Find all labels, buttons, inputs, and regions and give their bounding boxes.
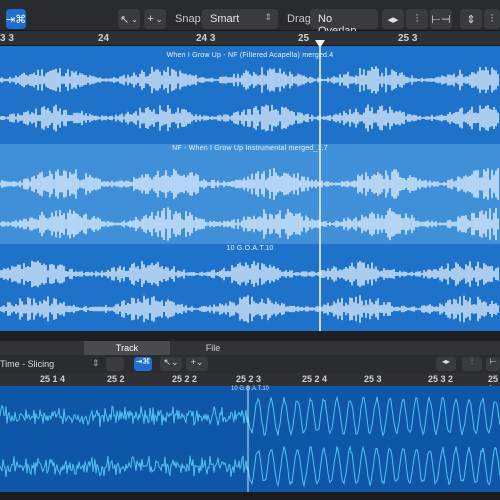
ruler-tick: 24 3 bbox=[196, 33, 216, 44]
waveform-icon: ⫶ bbox=[415, 12, 419, 25]
pencil-tool-button[interactable]: + ⌄ bbox=[144, 9, 166, 29]
ruler-tick: 25 2 2 bbox=[172, 374, 198, 384]
waveform-lane bbox=[0, 395, 500, 437]
playhead[interactable] bbox=[319, 40, 321, 332]
scrollbar[interactable] bbox=[0, 492, 500, 500]
zoom-fit-button[interactable]: ◂▸ bbox=[436, 357, 456, 371]
arrows-horizontal-icon: ◂▸ bbox=[387, 13, 399, 26]
region-background bbox=[0, 244, 500, 331]
pointer-tool-icon: ↖ bbox=[120, 13, 130, 26]
pointer-tool-button[interactable]: ↖⌄ bbox=[160, 357, 182, 371]
split-button[interactable]: ⊢⊣ bbox=[430, 9, 452, 29]
ruler-tick: 25 2 3 bbox=[236, 374, 262, 384]
vertical-arrows-icon: ⇕ bbox=[466, 13, 476, 26]
main-toolbar: ⇥⌘ ↖ ⌄ + ⌄ Snap: Smart ⇕ Drag: No Overla… bbox=[0, 0, 500, 37]
waveform-zoom-button[interactable]: ⫶ bbox=[406, 9, 428, 29]
chevron-updown-icon: ⇕ bbox=[92, 358, 100, 368]
editor-tabs: Track File bbox=[0, 341, 500, 355]
chevron-updown-icon: ⇕ bbox=[264, 12, 272, 22]
ruler-tick: 3 3 bbox=[0, 33, 14, 44]
waveform bbox=[0, 144, 500, 244]
waveform bbox=[0, 386, 500, 492]
crosshair-tool-button[interactable]: +⌄ bbox=[186, 357, 208, 371]
more-button[interactable]: ⫶ bbox=[484, 9, 500, 29]
editor-toolbar: Time - Slicing ⇕ ⇥⌘ ↖⌄ +⌄ ◂▸ ⫶ ⊢ bbox=[0, 355, 500, 373]
pointer-tool-button[interactable]: ↖ ⌄ bbox=[118, 9, 140, 29]
ruler-tick: 25 2 4 bbox=[302, 374, 328, 384]
snap-value: Smart bbox=[210, 13, 240, 25]
divider bbox=[0, 331, 500, 341]
snap-label: Snap: bbox=[175, 13, 204, 25]
tab-spacer bbox=[0, 341, 84, 355]
split-icon: ⊢⊣ bbox=[431, 13, 451, 26]
ruler-tick: 25 2 bbox=[107, 374, 125, 384]
editor-waveform-area[interactable]: 10 G.O.A.T.10 bbox=[0, 386, 500, 492]
flex-button[interactable]: ⇥⌘ bbox=[134, 357, 152, 371]
playhead-handle[interactable] bbox=[315, 40, 325, 48]
waveform-icon: ⫶ bbox=[490, 12, 494, 25]
ruler-tick: 25 bbox=[298, 33, 310, 44]
waveform-lane bbox=[0, 444, 500, 488]
waveform bbox=[0, 244, 500, 331]
ruler-tick: 24 bbox=[98, 33, 110, 44]
tab-file[interactable]: File bbox=[170, 341, 256, 355]
chevron-down-icon: ⌄ bbox=[131, 14, 138, 24]
ruler-tick: 25 3 bbox=[398, 33, 418, 44]
split-button[interactable]: ⊢ bbox=[486, 357, 500, 371]
editor-ruler[interactable]: 25 1 4 25 2 25 2 2 25 2 3 25 2 4 25 3 25… bbox=[0, 373, 500, 394]
waveform-zoom-button[interactable] bbox=[106, 357, 124, 371]
tab-track[interactable]: Track bbox=[84, 341, 170, 355]
audio-region-instrumental[interactable]: NF - When I Grow Up Instrumental merged_… bbox=[0, 144, 500, 244]
ruler-tick: 25 3 2 bbox=[428, 374, 454, 384]
audio-region-goat[interactable]: 10 G.O.A.T.10 bbox=[0, 244, 500, 331]
crosshair-tool-icon: + bbox=[147, 13, 154, 25]
vertical-zoom-button[interactable]: ⇕ bbox=[460, 9, 482, 29]
audio-region-acapella[interactable]: When I Grow Up - NF (Filtered Acapella) … bbox=[0, 46, 500, 144]
flex-mode-select[interactable]: Time - Slicing bbox=[0, 359, 54, 369]
logic-pro-window: ⇥⌘ ↖ ⌄ + ⌄ Snap: Smart ⇕ Drag: No Overla… bbox=[0, 0, 500, 500]
chevron-down-icon: ⌄ bbox=[155, 14, 163, 24]
flex-mode-button[interactable]: ⇥⌘ bbox=[6, 9, 26, 29]
drag-select[interactable]: No Overlap bbox=[310, 9, 378, 37]
region-title: When I Grow Up - NF (Filtered Acapella) … bbox=[166, 52, 334, 59]
region-title: 10 G.O.A.T.10 bbox=[230, 386, 270, 392]
timeline-ruler[interactable]: 3 3 24 24 3 25 25 3 bbox=[0, 31, 500, 46]
tab-spacer bbox=[256, 341, 500, 355]
region-title: NF - When I Grow Up Instrumental merged_… bbox=[172, 145, 328, 152]
ruler-tick: 25 3 bbox=[364, 374, 382, 384]
ruler-tick: 25 1 4 bbox=[40, 374, 66, 384]
snap-select[interactable]: Smart ⇕ bbox=[202, 9, 278, 29]
region-title: 10 G.O.A.T.10 bbox=[226, 245, 274, 252]
zoom-fit-button[interactable]: ◂▸ bbox=[382, 9, 404, 29]
waveform-icon-button[interactable]: ⫶ bbox=[462, 357, 482, 371]
